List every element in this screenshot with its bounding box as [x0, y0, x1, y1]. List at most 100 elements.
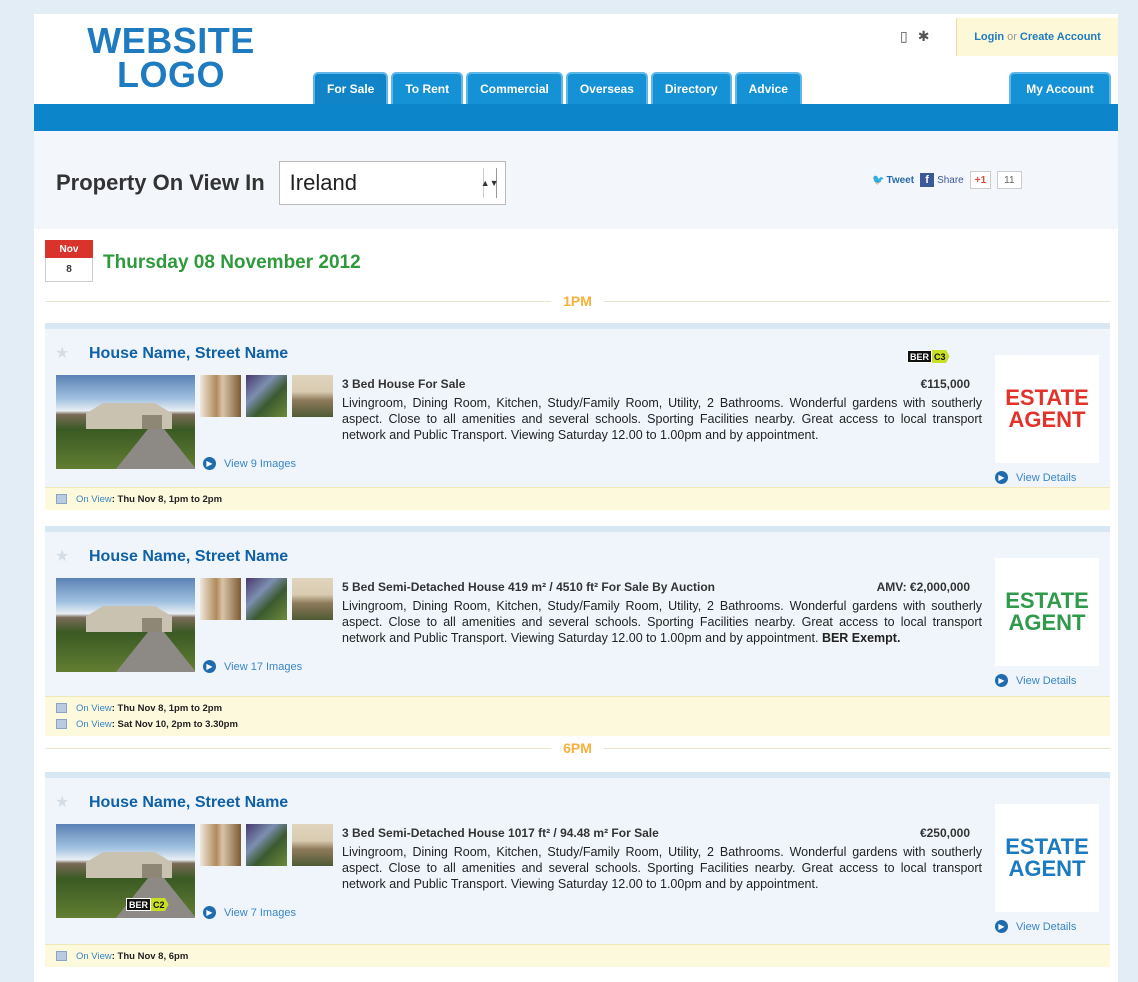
website-logo[interactable]: WEBSITE LOGO [81, 20, 261, 93]
thumbnail[interactable] [246, 375, 287, 417]
login-box: Login or Create Account [956, 18, 1118, 56]
estate-agent-logo[interactable]: ESTATE AGENT [995, 355, 1099, 463]
property-price: AMV: €2,000,000 [876, 580, 970, 594]
estate-agent-logo[interactable]: ESTATE AGENT [995, 804, 1099, 912]
property-description: Livingroom, Dining Room, Kitchen, Study/… [342, 395, 982, 443]
view-details-label: View Details [1016, 471, 1077, 484]
view-details-link[interactable]: ▶ View Details [995, 920, 1076, 933]
nav-bar [34, 104, 1118, 131]
calendar-icon [56, 719, 67, 729]
page-title: Property On View In [56, 170, 265, 195]
listing: ★ House Name, Street Name BER C3 ▶ View … [45, 323, 1110, 510]
facebook-icon: f [920, 173, 935, 187]
view-details-label: View Details [1016, 920, 1077, 933]
thumbnail[interactable] [200, 375, 241, 417]
view-images-link[interactable]: ▶ View 9 Images [203, 457, 296, 470]
mobile-icon[interactable]: ▯ [900, 28, 908, 44]
calendar-day: 8 [45, 258, 93, 282]
tab-to-rent[interactable]: To Rent [391, 72, 464, 104]
agent-line-1: ESTATE [1005, 834, 1089, 859]
agent-line-1: ESTATE [1005, 385, 1089, 410]
thumbnail[interactable] [200, 824, 241, 866]
listing-title[interactable]: House Name, Street Name [89, 794, 288, 812]
header: WEBSITE LOGO ▯ ✱ Login or Create Account … [34, 14, 1118, 104]
time-separator: 1PM [45, 292, 1110, 310]
description-text: Livingroom, Dining Room, Kitchen, Study/… [342, 845, 982, 891]
arrow-circle-icon: ▶ [203, 660, 216, 673]
thumbnail[interactable] [200, 578, 241, 620]
ber-exempt-note: BER Exempt. [821, 631, 901, 645]
android-icon[interactable]: ✱ [918, 28, 930, 44]
calendar-icon: Nov 8 [45, 240, 93, 284]
property-type: 3 Bed House For Sale [342, 377, 466, 391]
time-label: 6PM [551, 740, 604, 756]
arrow-circle-icon: ▶ [995, 920, 1008, 933]
listing-header: ★ House Name, Street Name [55, 548, 288, 566]
description-text: Livingroom, Dining Room, Kitchen, Study/… [342, 396, 982, 442]
tab-overseas[interactable]: Overseas [565, 72, 648, 104]
calendar-icon [56, 703, 67, 713]
on-view-link[interactable]: On View [76, 719, 112, 730]
time-separator: 6PM [45, 739, 1110, 757]
gplus-label: +1 [974, 174, 987, 186]
arrow-circle-icon: ▶ [995, 674, 1008, 687]
tab-for-sale[interactable]: For Sale [313, 72, 389, 104]
star-icon[interactable]: ★ [55, 795, 71, 811]
view-images-link[interactable]: ▶ View 17 Images [203, 660, 302, 673]
star-icon[interactable]: ★ [55, 549, 71, 565]
agent-logo-text: ESTATE AGENT [1005, 590, 1089, 634]
view-details-link[interactable]: ▶ View Details [995, 674, 1076, 687]
date-heading: Thursday 08 November 2012 [103, 252, 361, 273]
google-plus-button[interactable]: +1 [969, 171, 992, 189]
view-images-link[interactable]: ▶ View 7 Images [203, 906, 296, 919]
listing-title[interactable]: House Name, Street Name [89, 345, 288, 363]
thumbnail[interactable] [292, 375, 333, 417]
view-images-label: View 7 Images [224, 906, 296, 919]
thumbnail[interactable] [246, 578, 287, 620]
login-or: or [1007, 31, 1017, 43]
main-photo[interactable] [56, 578, 195, 672]
thumbnail[interactable] [292, 578, 333, 620]
agent-line-2: AGENT [1008, 610, 1086, 635]
login-link[interactable]: Login [974, 31, 1004, 43]
listing: ★ House Name, Street Name ▶ View 17 Imag… [45, 526, 1110, 736]
my-account-tab[interactable]: My Account [1009, 72, 1111, 104]
on-view-link[interactable]: On View [76, 494, 112, 505]
property-price: €115,000 [920, 377, 970, 391]
on-view-bar: On View : Thu Nov 8, 1pm to 2pm On View … [45, 696, 1110, 736]
agent-line-2: AGENT [1008, 856, 1086, 881]
tab-commercial[interactable]: Commercial [466, 72, 563, 104]
create-account-link[interactable]: Create Account [1020, 31, 1101, 43]
tweet-button[interactable]: 🐦 Tweet [872, 171, 914, 189]
main-photo[interactable]: BER C2 [56, 824, 195, 918]
thumbnail[interactable] [292, 824, 333, 866]
property-description: Livingroom, Dining Room, Kitchen, Study/… [342, 598, 982, 646]
calendar-icon [56, 494, 67, 504]
ber-label: BER [126, 898, 152, 911]
ber-rating: C2 [151, 898, 169, 911]
ber-label: BER [907, 350, 933, 363]
logo-line-1: WEBSITE [87, 20, 255, 61]
listing-title[interactable]: House Name, Street Name [89, 548, 288, 566]
tab-directory[interactable]: Directory [650, 72, 732, 104]
star-icon[interactable]: ★ [55, 346, 71, 362]
on-view-row: On View : Sat Nov 10, 2pm to 3.30pm [45, 716, 1110, 732]
estate-agent-logo[interactable]: ESTATE AGENT [995, 558, 1099, 666]
share-label: Share [937, 174, 964, 186]
property-type: 5 Bed Semi-Detached House 419 m² / 4510 … [342, 580, 715, 594]
select-arrow-icon: ▲▼ [481, 168, 499, 198]
page: WEBSITE LOGO ▯ ✱ Login or Create Account … [34, 14, 1118, 982]
main-photo[interactable] [56, 375, 195, 469]
facebook-share-button[interactable]: f Share [920, 171, 964, 189]
on-view-link[interactable]: On View [76, 951, 112, 962]
device-icons: ▯ ✱ [900, 28, 939, 45]
thumbnail[interactable] [246, 824, 287, 866]
on-view-link[interactable]: On View [76, 703, 112, 714]
country-select[interactable]: Ireland ▲▼ [278, 161, 506, 205]
on-view-row: On View : Thu Nov 8, 1pm to 2pm [45, 488, 1110, 510]
tab-advice[interactable]: Advice [734, 72, 802, 104]
view-images-label: View 17 Images [224, 660, 303, 673]
property-price: €250,000 [919, 826, 970, 840]
view-details-link[interactable]: ▶ View Details [995, 471, 1076, 484]
arrow-circle-icon: ▶ [203, 906, 216, 919]
